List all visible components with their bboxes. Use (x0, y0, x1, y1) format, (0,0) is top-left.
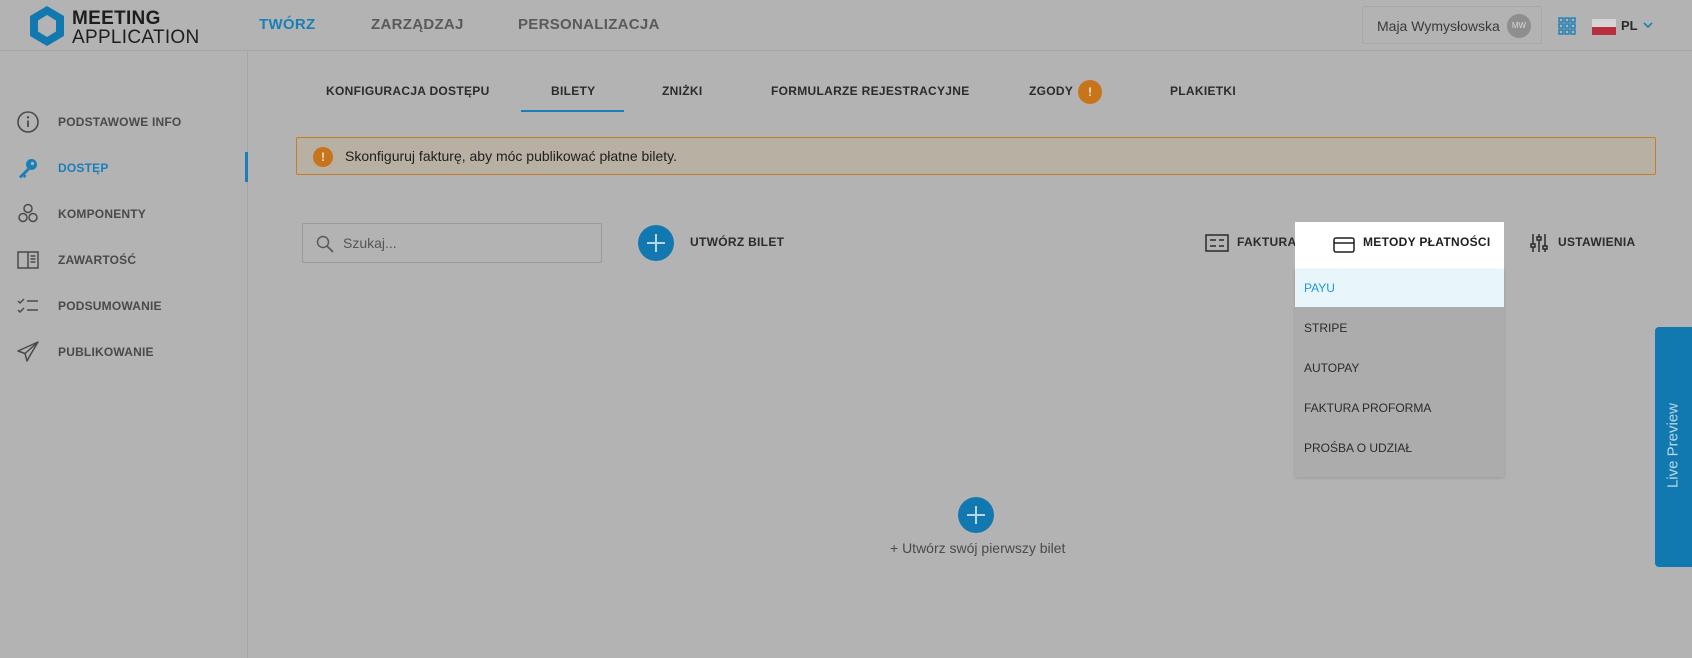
apps-grid-icon[interactable] (1558, 17, 1576, 35)
create-ticket-label[interactable]: UTWÓRZ BILET (690, 235, 784, 249)
polish-flag-icon[interactable] (1592, 19, 1616, 35)
tab-formularze-rejestracyjne[interactable]: FORMULARZE REJESTRACYJNE (771, 84, 970, 98)
nav-personalizacja[interactable]: PERSONALIZACJA (518, 16, 660, 33)
sidebar-item-dostep[interactable]: DOSTĘP (0, 148, 248, 188)
menu-item-stripe[interactable]: STRIPE (1295, 309, 1504, 347)
sidebar-item-label: DOSTĘP (58, 161, 109, 175)
sidebar-item-podstawowe-info[interactable]: PODSTAWOWE INFO (0, 102, 248, 142)
search-box[interactable] (302, 223, 602, 263)
user-menu[interactable]: Maja Wymysłowska MW (1362, 6, 1542, 44)
search-input[interactable] (343, 233, 583, 253)
language-selector[interactable]: PL (1621, 18, 1638, 33)
invoice-icon[interactable] (1205, 233, 1229, 253)
sidebar-item-komponenty[interactable]: KOMPONENTY (0, 194, 248, 234)
avatar: MW (1507, 14, 1531, 38)
live-preview-label: Live Preview (1664, 402, 1682, 489)
top-bar: MEETING APPLICATION TWÓRZ ZARZĄDZAJ PERS… (0, 0, 1692, 51)
sidebar-item-label: PODSUMOWANIE (58, 299, 162, 313)
payment-methods-menu: PAYU STRIPE AUTOPAY FAKTURA PROFORMA PRO… (1295, 269, 1504, 477)
chevron-down-icon[interactable] (1642, 19, 1654, 31)
warning-badge: ! (1078, 80, 1102, 104)
tab-znizki[interactable]: ZNIŻKI (662, 84, 702, 98)
sidebar-item-label: KOMPONENTY (58, 207, 147, 221)
live-preview-tab[interactable]: Live Preview (1655, 327, 1692, 567)
menu-item-prosba-o-udzial[interactable]: PROŚBA O UDZIAŁ (1295, 429, 1504, 467)
sliders-icon[interactable] (1530, 233, 1548, 253)
active-tab-indicator (521, 110, 624, 112)
create-first-ticket-link[interactable]: + Utwórz swój pierwszy bilet (890, 540, 1065, 556)
hexagon-logo-icon (30, 6, 64, 46)
sidebar-item-label: ZAWARTOŚĆ (58, 253, 137, 267)
tab-bilety[interactable]: BILETY (551, 84, 595, 98)
create-first-ticket-button[interactable] (958, 497, 994, 533)
warning-icon: ! (313, 147, 333, 167)
key-icon (19, 159, 37, 179)
alert-text: Skonfiguruj fakturę, aby móc publikować … (345, 148, 678, 164)
invoice-alert: ! Skonfiguruj fakturę, aby móc publikowa… (296, 137, 1656, 175)
sidebar-item-label: PUBLIKOWANIE (58, 345, 154, 359)
credit-card-icon (1333, 237, 1355, 253)
search-icon (316, 235, 334, 253)
tab-zgody[interactable]: ZGODY (1029, 84, 1073, 98)
payment-methods-button[interactable]: METODY PŁATNOŚCI (1295, 222, 1504, 269)
tab-plakietki[interactable]: PLAKIETKI (1170, 84, 1236, 98)
invoice-button[interactable]: FAKTURA (1237, 235, 1296, 249)
components-icon (18, 203, 38, 223)
sidebar: PODSTAWOWE INFO DOSTĘP KOMPONENTY ZAWART… (0, 51, 248, 658)
sidebar-item-label: PODSTAWOWE INFO (58, 115, 182, 129)
book-icon (17, 251, 39, 269)
menu-item-faktura-proforma[interactable]: FAKTURA PROFORMA (1295, 389, 1504, 427)
tab-konfiguracja-dostepu[interactable]: KONFIGURACJA DOSTĘPU (326, 84, 490, 98)
menu-item-autopay[interactable]: AUTOPAY (1295, 349, 1504, 387)
sidebar-item-podsumowanie[interactable]: PODSUMOWANIE (0, 286, 248, 326)
settings-button[interactable]: USTAWIENIA (1558, 235, 1635, 249)
user-name: Maja Wymysłowska (1377, 18, 1500, 34)
sidebar-item-zawartosc[interactable]: ZAWARTOŚĆ (0, 240, 248, 280)
app-logo[interactable]: MEETING APPLICATION (28, 4, 208, 48)
paper-plane-icon (17, 341, 39, 362)
sidebar-item-publikowanie[interactable]: PUBLIKOWANIE (0, 332, 248, 372)
logo-text-application: APPLICATION (72, 27, 200, 48)
checklist-icon (17, 298, 38, 314)
menu-item-payu[interactable]: PAYU (1295, 269, 1504, 307)
info-icon (17, 111, 39, 133)
create-ticket-button[interactable] (638, 225, 674, 261)
payment-methods-label: METODY PŁATNOŚCI (1363, 235, 1491, 249)
nav-zarzadzaj[interactable]: ZARZĄDZAJ (371, 16, 464, 33)
nav-tworz[interactable]: TWÓRZ (259, 16, 315, 33)
